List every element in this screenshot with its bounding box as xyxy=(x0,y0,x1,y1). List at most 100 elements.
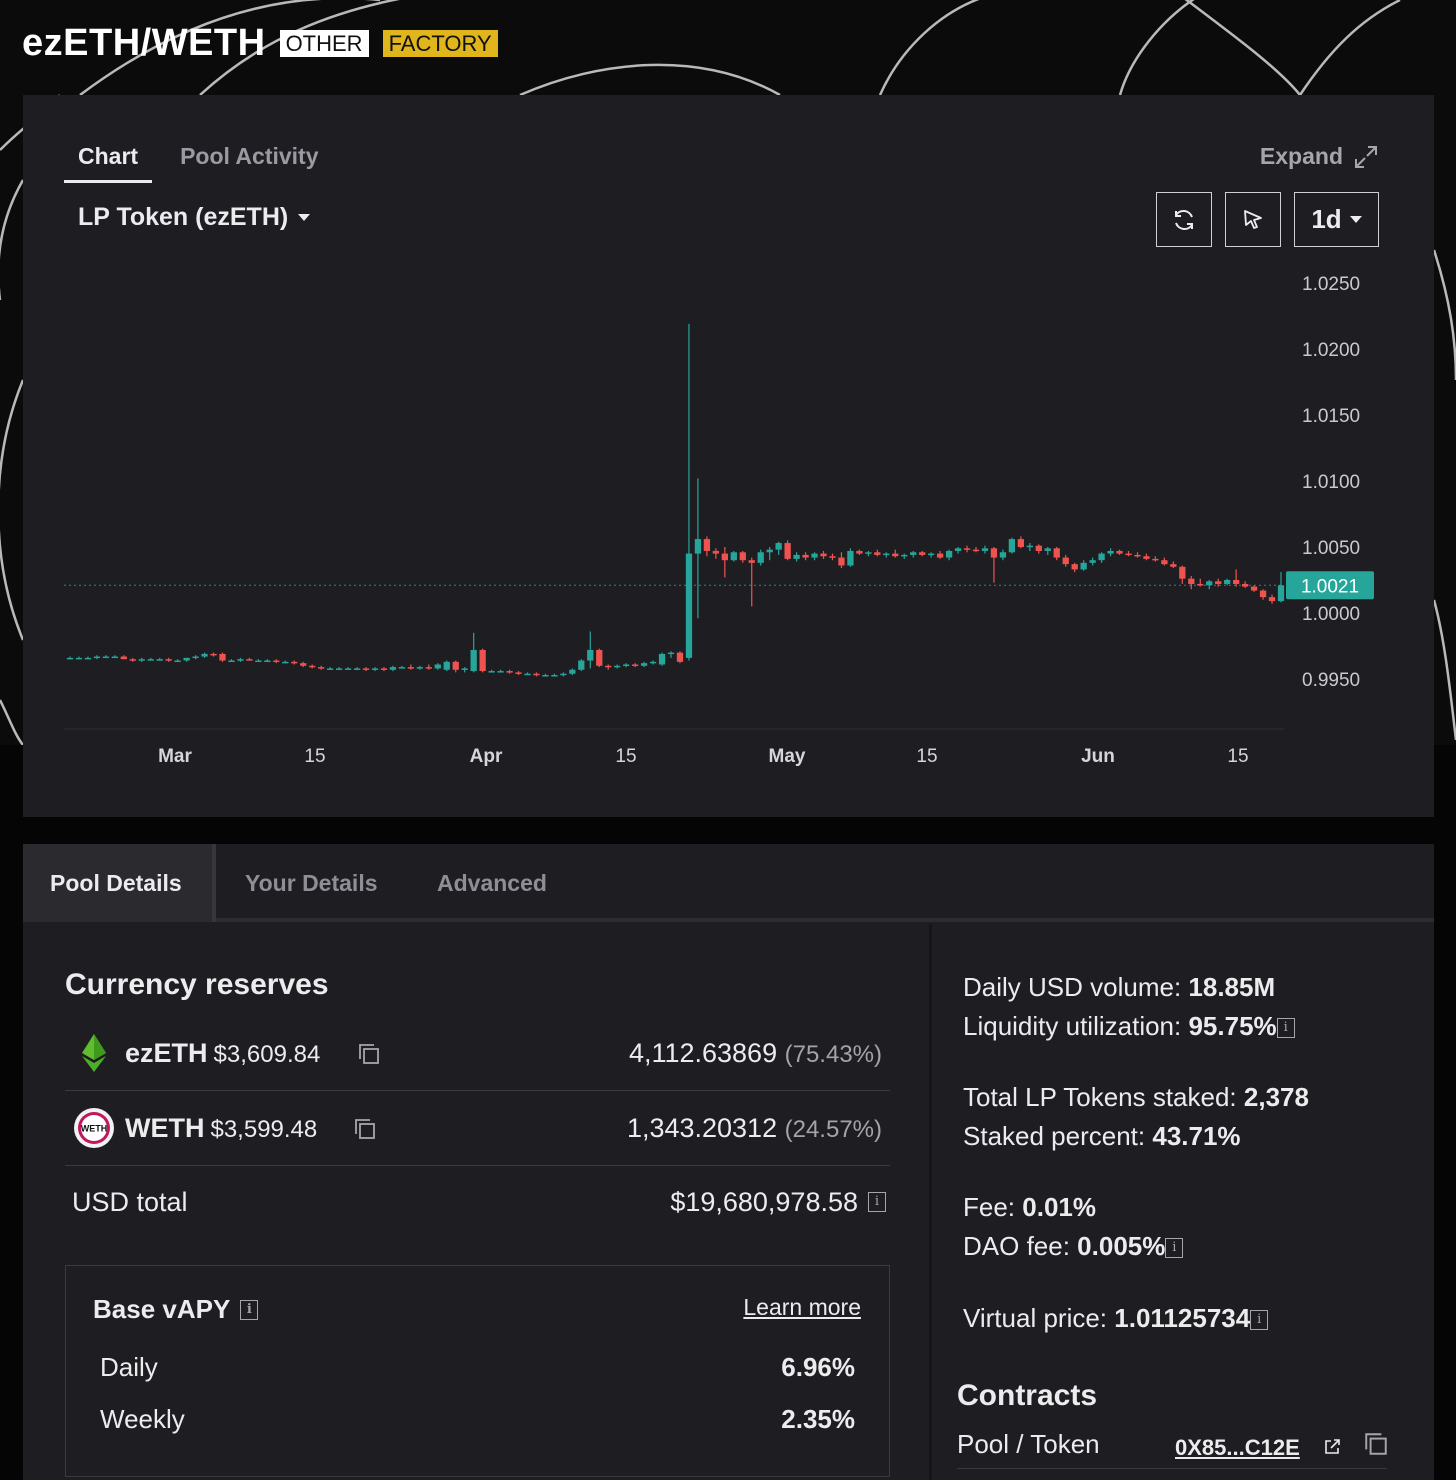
candle-body xyxy=(353,668,361,670)
candle-body xyxy=(425,667,432,669)
usd-total-value: $19,680,978.58 xyxy=(670,1187,858,1217)
candle-body xyxy=(389,667,397,670)
info-icon[interactable]: i xyxy=(868,1192,886,1212)
apy-value: 2.35% xyxy=(781,1404,855,1434)
reserve-percent: (24.57%) xyxy=(784,1116,882,1143)
info-icon[interactable]: i xyxy=(1165,1238,1184,1259)
candle-body xyxy=(1241,583,1249,587)
candle-body xyxy=(1233,580,1240,584)
candle-body xyxy=(963,548,971,550)
stat-label: DAO fee: xyxy=(963,1231,1070,1261)
candle-body xyxy=(865,552,872,554)
cursor-mode-button[interactable] xyxy=(1225,192,1281,247)
tab-your-details[interactable]: Your Details xyxy=(245,844,378,922)
stat-label: Daily USD volume: xyxy=(963,972,1182,1002)
copy-icon[interactable] xyxy=(357,1042,381,1066)
interval-selector[interactable]: 1d xyxy=(1294,192,1379,247)
fee-stat: Fee: 0.01% xyxy=(963,1192,1096,1223)
chevron-down-icon xyxy=(1349,216,1362,223)
x-tick-label: 15 xyxy=(916,746,937,767)
contract-address-link[interactable]: 0X85...C12E xyxy=(1175,1435,1300,1461)
info-icon[interactable]: i xyxy=(240,1299,259,1320)
stat-value: 1.01125734 xyxy=(1114,1303,1251,1333)
candle-body xyxy=(838,557,845,566)
candle-body xyxy=(66,657,74,660)
candle-body xyxy=(318,667,325,669)
candle-body xyxy=(327,668,334,670)
expand-button[interactable]: Expand xyxy=(1260,143,1379,170)
candle-body xyxy=(1008,539,1016,553)
candle-body xyxy=(371,668,379,670)
chevron-down-icon xyxy=(298,214,311,221)
candle-body xyxy=(739,552,746,561)
candle-body xyxy=(919,552,926,555)
candle-body xyxy=(605,665,612,668)
reserve-price: $3,609.84 xyxy=(213,1041,321,1068)
stat-label: Total LP Tokens staked: xyxy=(963,1082,1237,1112)
candle-body xyxy=(1035,545,1042,551)
tab-pool-details[interactable]: Pool Details xyxy=(23,844,216,922)
candle-body xyxy=(1268,597,1276,602)
candle-body xyxy=(1161,560,1168,565)
usd-total-label: USD total xyxy=(72,1187,188,1217)
stat-value: 2,378 xyxy=(1243,1082,1309,1112)
candle-body xyxy=(1152,558,1159,561)
reserve-symbol: WETH xyxy=(125,1113,205,1143)
candle-body xyxy=(730,552,737,561)
candle-body xyxy=(1259,590,1267,598)
candle-body xyxy=(694,539,702,554)
candle-body xyxy=(1107,550,1114,554)
candle-body xyxy=(667,652,675,655)
info-icon[interactable]: i xyxy=(1250,1310,1269,1331)
candle-body xyxy=(344,668,352,670)
stat-label: Staked percent: xyxy=(963,1121,1146,1151)
refresh-button[interactable] xyxy=(1156,192,1212,247)
candle-body xyxy=(954,548,962,551)
reserve-amount-wrap: 4,112.63869 (75.43%) xyxy=(629,1038,882,1069)
refresh-icon xyxy=(1175,209,1193,230)
candle-body xyxy=(560,673,567,676)
candle-body xyxy=(1197,583,1204,586)
learn-more-link[interactable]: Learn more xyxy=(743,1294,861,1321)
stat-value: 0.005% xyxy=(1077,1231,1166,1261)
lp-staked-stat: Total LP Tokens staked: 2,378 xyxy=(963,1082,1309,1113)
base-vapy-title: Base vAPY i xyxy=(93,1294,259,1325)
token-selector[interactable]: LP Token (ezETH) xyxy=(78,203,311,232)
candle-body xyxy=(201,653,208,657)
info-icon[interactable]: i xyxy=(1276,1018,1295,1039)
tab-pool-activity[interactable]: Pool Activity xyxy=(166,139,332,183)
copy-icon[interactable] xyxy=(1363,1431,1389,1457)
candle-body xyxy=(990,548,998,558)
copy-icon[interactable] xyxy=(353,1117,377,1141)
candle-body xyxy=(156,659,163,661)
candle-body xyxy=(820,553,827,557)
candle-body xyxy=(380,668,388,670)
candle-body xyxy=(300,663,307,666)
candle-body xyxy=(1215,581,1222,584)
candle-body xyxy=(138,659,145,661)
stat-label: Fee: xyxy=(963,1192,1016,1222)
candle-body xyxy=(551,675,558,677)
candle-body xyxy=(928,553,935,556)
candle-body xyxy=(936,553,944,558)
currency-reserves-title: Currency reserves xyxy=(65,968,329,1001)
stat-value: 95.75% xyxy=(1188,1011,1277,1041)
tab-chart[interactable]: Chart xyxy=(64,139,153,183)
candle-body xyxy=(1277,585,1285,602)
candle-body xyxy=(811,553,818,558)
candle-body xyxy=(1062,557,1069,565)
external-link-icon[interactable] xyxy=(1323,1438,1341,1456)
candle-body xyxy=(479,649,486,672)
tab-advanced[interactable]: Advanced xyxy=(437,844,547,922)
candle-body xyxy=(676,652,684,662)
candle-body xyxy=(981,548,989,551)
base-vapy-label: Base vAPY xyxy=(93,1294,231,1324)
candle-body xyxy=(246,659,253,661)
candle-body xyxy=(1179,566,1186,579)
apy-label: Weekly xyxy=(100,1404,185,1434)
candle-body xyxy=(273,660,280,663)
x-tick-label: 15 xyxy=(1227,746,1248,767)
candle-body xyxy=(640,663,648,666)
candle-body xyxy=(1026,545,1033,548)
contracts-title: Contracts xyxy=(957,1379,1098,1412)
